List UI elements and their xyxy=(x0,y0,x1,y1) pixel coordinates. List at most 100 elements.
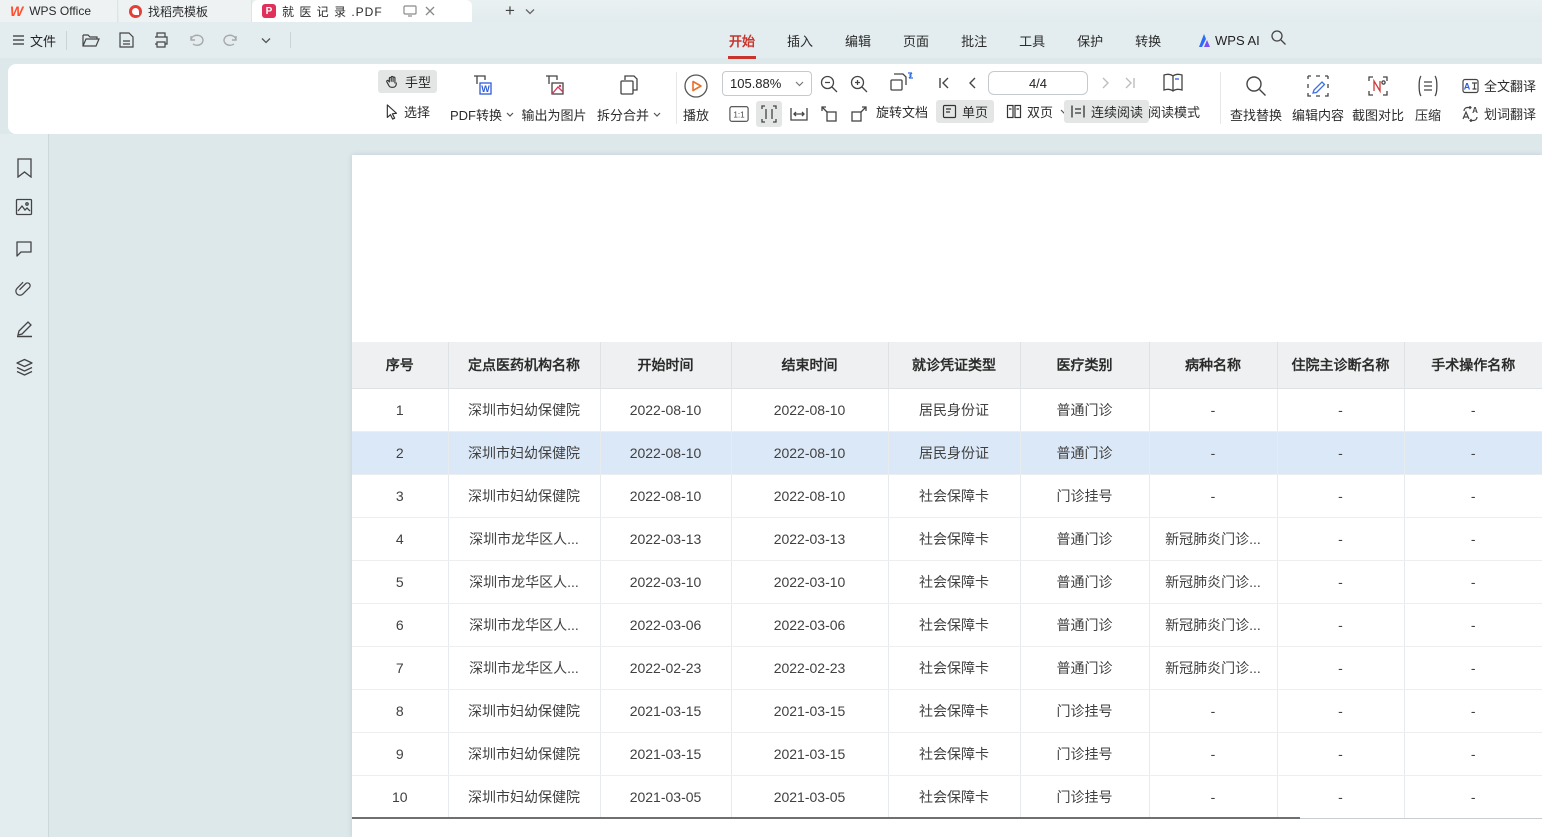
chevron-down-icon xyxy=(653,112,661,117)
bookmarks-panel-icon[interactable] xyxy=(14,158,34,178)
table-cell: 普通门诊 xyxy=(1020,603,1149,646)
open-file-icon[interactable] xyxy=(80,29,102,51)
file-menu-button[interactable]: 文件 xyxy=(12,31,67,50)
menu-search-icon[interactable] xyxy=(1270,29,1287,46)
table-cell: - xyxy=(1149,431,1277,474)
table-cell: - xyxy=(1277,732,1404,775)
menu-tab-protect[interactable]: 保护 xyxy=(1076,29,1104,52)
table-row[interactable]: 3深圳市妇幼保健院2022-08-102022-08-10社会保障卡门诊挂号--… xyxy=(352,474,1542,517)
next-page-button[interactable] xyxy=(1096,73,1116,93)
left-sidebar xyxy=(0,134,49,837)
word-translation-button[interactable]: A 划词翻译 xyxy=(1456,102,1542,125)
more-actions-chevron-icon[interactable] xyxy=(255,29,277,51)
menu-tab-insert[interactable]: 插入 xyxy=(786,29,814,52)
read-mode-button[interactable]: 阅读模式 xyxy=(1148,102,1200,121)
play-button[interactable]: 播放 xyxy=(670,72,722,124)
page-number-input[interactable]: 4/4 xyxy=(988,71,1088,95)
table-row[interactable]: 4深圳市龙华区人...2022-03-132022-03-13社会保障卡普通门诊… xyxy=(352,517,1542,560)
hand-tool-button[interactable]: 手型 xyxy=(378,70,437,93)
table-row[interactable]: 10深圳市妇幼保健院2021-03-052021-03-05社会保障卡门诊挂号-… xyxy=(352,775,1542,818)
close-tab-icon[interactable] xyxy=(425,6,435,16)
previous-page-button[interactable] xyxy=(962,73,982,93)
table-cell: 2022-03-10 xyxy=(731,560,888,603)
table-row[interactable]: 5深圳市龙华区人...2022-03-102022-03-10社会保障卡普通门诊… xyxy=(352,560,1542,603)
undo-icon[interactable] xyxy=(185,29,207,51)
find-replace-icon xyxy=(1222,72,1290,100)
layers-panel-icon[interactable] xyxy=(14,357,34,377)
table-row[interactable]: 6深圳市龙华区人...2022-03-062022-03-06社会保障卡普通门诊… xyxy=(352,603,1542,646)
column-header: 结束时间 xyxy=(731,342,888,388)
table-row[interactable]: 7深圳市龙华区人...2022-02-232022-02-23社会保障卡普通门诊… xyxy=(352,646,1542,689)
compress-icon xyxy=(1400,72,1456,100)
tab-docer-templates[interactable]: 找稻壳模板 xyxy=(119,0,252,22)
svg-text:A: A xyxy=(1464,81,1471,91)
table-cell: 深圳市妇幼保健院 xyxy=(448,388,600,431)
redo-icon[interactable] xyxy=(220,29,242,51)
fit-page-button[interactable] xyxy=(756,101,782,127)
table-cell: 居民身份证 xyxy=(888,431,1020,474)
column-header: 住院主诊断名称 xyxy=(1277,342,1404,388)
svg-text:W: W xyxy=(481,84,490,94)
table-cell: 2022-02-23 xyxy=(600,646,731,689)
table-cell: 2022-03-06 xyxy=(731,603,888,646)
wps-ai-button[interactable]: WPS AI xyxy=(1195,22,1260,58)
menu-tab-edit[interactable]: 编辑 xyxy=(844,29,872,52)
single-page-button[interactable]: 单页 xyxy=(936,100,994,123)
continuous-reading-button[interactable]: 连续阅读 xyxy=(1064,100,1149,123)
table-cell: 新冠肺炎门诊... xyxy=(1149,517,1277,560)
comments-panel-icon[interactable] xyxy=(14,238,34,258)
rotate-left-button[interactable] xyxy=(816,101,842,127)
table-row[interactable]: 2深圳市妇幼保健院2022-08-102022-08-10居民身份证普通门诊--… xyxy=(352,431,1542,474)
pdf-convert-button[interactable]: W PDF转换 xyxy=(448,72,516,124)
table-cell: - xyxy=(1404,474,1542,517)
table-cell: 深圳市龙华区人... xyxy=(448,560,600,603)
zoom-out-button[interactable] xyxy=(816,71,842,97)
print-icon[interactable] xyxy=(150,29,172,51)
menu-tab-convert[interactable]: 转换 xyxy=(1134,29,1162,52)
menu-tab-tools[interactable]: 工具 xyxy=(1018,29,1046,52)
signature-panel-icon[interactable] xyxy=(14,318,34,338)
select-tool-button[interactable]: 选择 xyxy=(378,100,436,123)
monitor-icon[interactable] xyxy=(403,5,417,17)
double-page-button[interactable]: 双页 xyxy=(1000,100,1074,123)
save-icon[interactable] xyxy=(115,29,137,51)
table-cell: - xyxy=(1149,474,1277,517)
zoom-level-select[interactable]: 105.88% xyxy=(722,71,812,96)
menu-tab-annotate[interactable]: 批注 xyxy=(960,29,988,52)
new-tab-button[interactable]: + xyxy=(505,1,515,21)
rotate-right-button[interactable] xyxy=(846,101,872,127)
last-page-button[interactable] xyxy=(1120,73,1140,93)
pdf-file-icon: P xyxy=(262,4,276,18)
split-merge-button[interactable]: 拆分合并 xyxy=(590,72,668,124)
table-cell: 2022-02-23 xyxy=(731,646,888,689)
table-row[interactable]: 9深圳市妇幼保健院2021-03-152021-03-15社会保障卡门诊挂号--… xyxy=(352,732,1542,775)
attachments-panel-icon[interactable] xyxy=(14,278,34,298)
table-row[interactable]: 8深圳市妇幼保健院2021-03-152021-03-15社会保障卡门诊挂号--… xyxy=(352,689,1542,732)
zoom-in-button[interactable] xyxy=(846,71,872,97)
compress-button[interactable]: 压缩 xyxy=(1400,72,1456,124)
table-cell: 2021-03-05 xyxy=(731,775,888,818)
table-cell: - xyxy=(1277,646,1404,689)
table-row[interactable]: 1深圳市妇幼保健院2022-08-102022-08-10居民身份证普通门诊--… xyxy=(352,388,1542,431)
first-page-button[interactable] xyxy=(934,73,954,93)
menu-tab-home[interactable]: 开始 xyxy=(728,29,756,52)
export-image-button[interactable]: 输出为图片 xyxy=(516,72,592,124)
actual-size-button[interactable]: 1:1 xyxy=(726,101,752,127)
rotate-document-label[interactable]: 旋转文档 xyxy=(876,102,928,121)
tab-document-pdf[interactable]: P 就 医 记 录 .PDF xyxy=(252,0,472,22)
menu-tab-page[interactable]: 页面 xyxy=(902,29,930,52)
tab-wps-office[interactable]: W WPS Office xyxy=(0,0,118,22)
swap-pages-icon[interactable] xyxy=(886,69,918,97)
table-cell: 7 xyxy=(352,646,448,689)
table-cell: 普通门诊 xyxy=(1020,431,1149,474)
read-mode-icon[interactable] xyxy=(1158,69,1188,97)
fit-width-button[interactable] xyxy=(786,101,812,127)
svg-text:1:1: 1:1 xyxy=(733,111,745,120)
find-replace-button[interactable]: 查找替换 xyxy=(1222,72,1290,124)
table-cell: - xyxy=(1277,517,1404,560)
word-translation-label: 划词翻译 xyxy=(1484,104,1536,123)
tab-list-chevron-icon[interactable] xyxy=(525,8,535,15)
edit-content-button[interactable]: 编辑内容 xyxy=(1284,72,1352,124)
thumbnails-panel-icon[interactable] xyxy=(14,197,34,217)
full-translation-button[interactable]: A 全文翻译 xyxy=(1456,74,1542,97)
